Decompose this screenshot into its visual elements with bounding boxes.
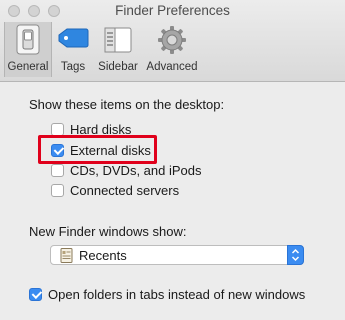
tab-general[interactable]: General bbox=[4, 22, 52, 77]
tab-sidebar-label: Sidebar bbox=[98, 61, 138, 73]
document-icon bbox=[60, 248, 73, 268]
tab-advanced-label: Advanced bbox=[146, 61, 198, 73]
title-bar: Finder Preferences General Tags Sidebar … bbox=[0, 0, 345, 82]
open-in-tabs-label: Open folders in tabs instead of new wind… bbox=[48, 286, 306, 302]
tag-icon bbox=[56, 24, 90, 61]
external-disks-highlight-box bbox=[38, 135, 157, 164]
general-switch-icon bbox=[13, 24, 43, 61]
cds-dvds-ipods-label: CDs, DVDs, and iPods bbox=[70, 162, 202, 178]
connected-servers-checkbox[interactable] bbox=[51, 183, 64, 197]
new-windows-heading: New Finder windows show: bbox=[29, 224, 187, 239]
new-windows-select-value: Recents bbox=[79, 248, 127, 263]
tab-tags-label: Tags bbox=[60, 61, 86, 73]
gear-icon bbox=[156, 24, 188, 61]
open-in-tabs-option[interactable]: Open folders in tabs instead of new wind… bbox=[29, 285, 305, 303]
window-title: Finder Preferences bbox=[115, 3, 230, 18]
cds-dvds-ipods-option[interactable]: CDs, DVDs, and iPods bbox=[51, 161, 202, 179]
select-stepper-icon[interactable] bbox=[287, 245, 304, 265]
tab-general-label: General bbox=[7, 61, 49, 73]
cds-dvds-ipods-checkbox[interactable] bbox=[51, 163, 64, 177]
tab-tags[interactable]: Tags bbox=[54, 22, 92, 77]
tab-sidebar[interactable]: Sidebar bbox=[94, 22, 142, 77]
hard-disks-checkbox[interactable] bbox=[51, 122, 64, 136]
connected-servers-option[interactable]: Connected servers bbox=[51, 181, 179, 199]
connected-servers-label: Connected servers bbox=[70, 182, 180, 198]
tab-advanced[interactable]: Advanced bbox=[144, 22, 200, 77]
finder-preferences-window: Finder Preferences General Tags Sidebar … bbox=[0, 0, 345, 320]
sidebar-icon bbox=[103, 24, 133, 61]
new-windows-select[interactable]: Recents bbox=[50, 245, 304, 265]
desktop-items-heading: Show these items on the desktop: bbox=[29, 97, 225, 112]
open-in-tabs-checkbox[interactable] bbox=[29, 287, 42, 301]
